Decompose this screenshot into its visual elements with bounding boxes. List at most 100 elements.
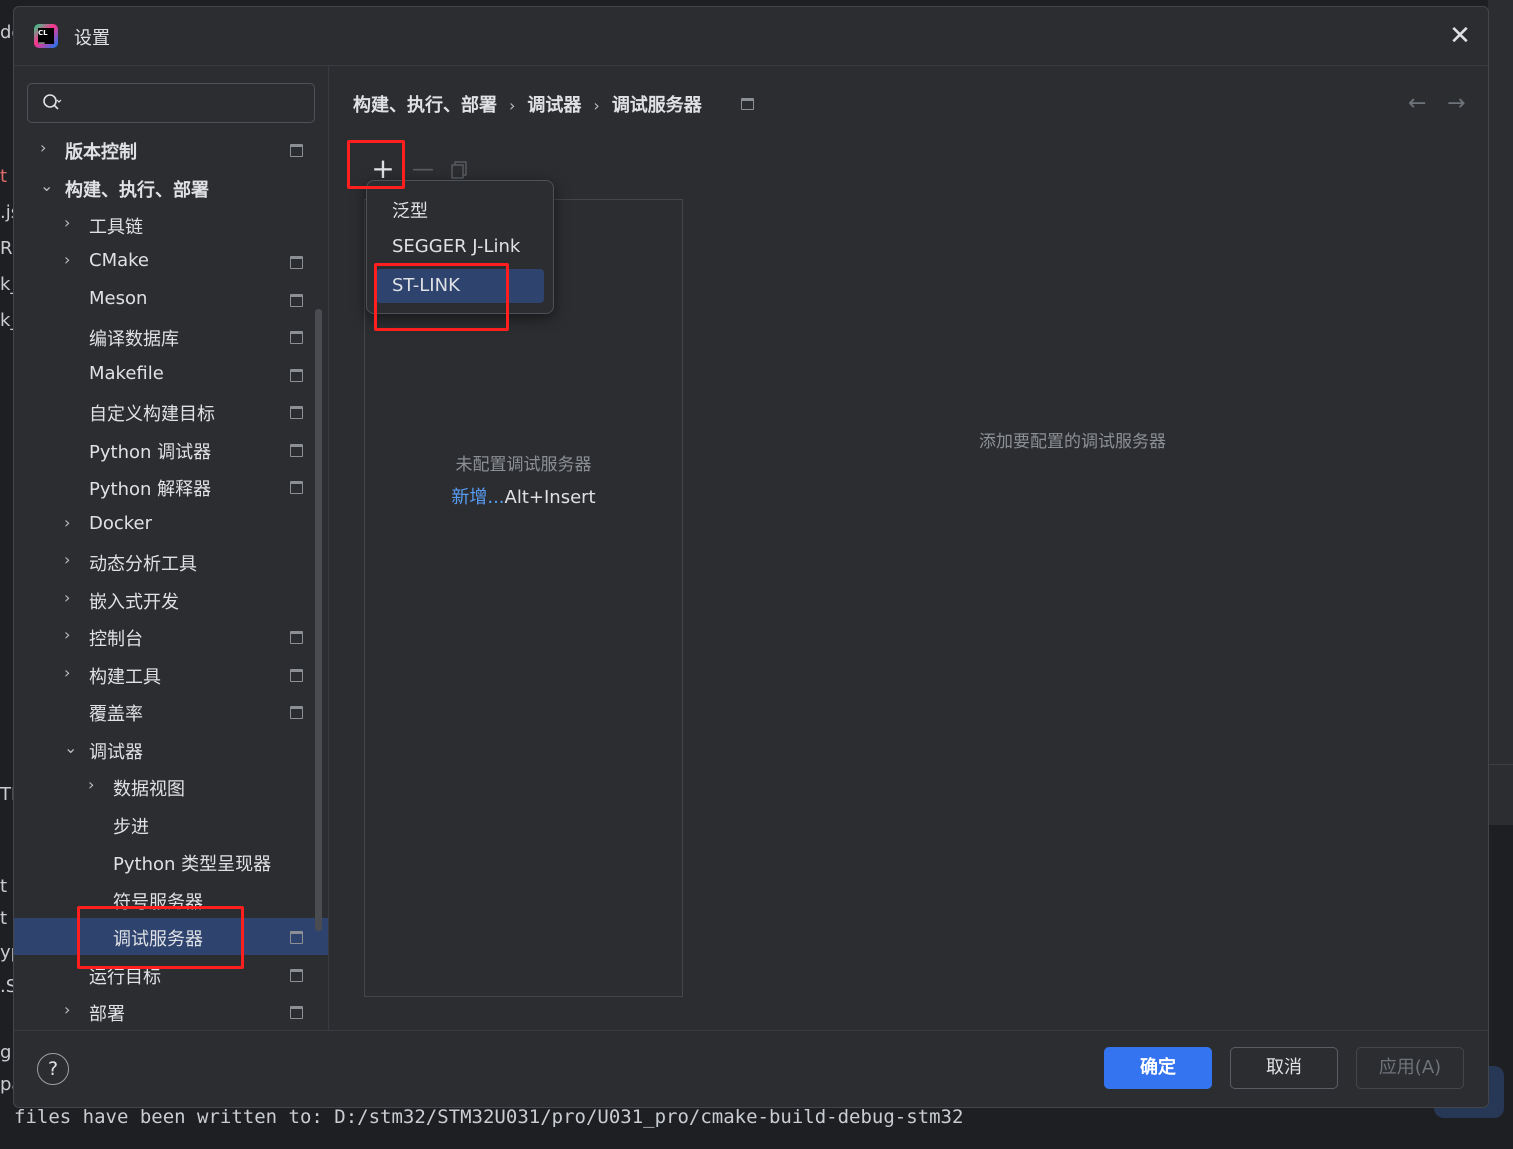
project-scope-icon xyxy=(290,931,303,944)
tree-item-label: 步进 xyxy=(113,817,149,838)
breadcrumb-current: 调试服务器 xyxy=(611,95,702,116)
project-scope-icon xyxy=(290,669,303,682)
tree-item-label: 覆盖率 xyxy=(89,704,143,725)
back-arrow-icon[interactable]: ← xyxy=(1408,91,1426,116)
tree-item-label: Meson xyxy=(89,288,148,309)
chevron-right-icon[interactable]: › xyxy=(64,551,78,569)
breadcrumb-item[interactable]: 构建、执行、部署 xyxy=(353,91,497,117)
menu-item-generic[interactable]: 泛型 xyxy=(376,191,544,225)
project-scope-icon xyxy=(290,1006,303,1019)
chevron-right-icon[interactable]: › xyxy=(64,664,78,682)
chevron-right-icon[interactable]: › xyxy=(64,626,78,644)
empty-list-message: 未配置调试服务器 xyxy=(455,455,592,475)
tree-item-label: 编译数据库 xyxy=(89,329,179,350)
tree-item-toolchains[interactable]: › 工具链 xyxy=(14,206,328,243)
annotation-box-debug-servers xyxy=(77,906,244,969)
tree-item-python-debugger[interactable]: Python 调试器 xyxy=(14,431,328,468)
project-scope-icon xyxy=(290,406,303,419)
detail-placeholder-hint: 添加要配置的调试服务器 xyxy=(979,432,1166,452)
tree-item-label: Makefile xyxy=(89,363,164,384)
ide-background-right xyxy=(1488,0,1513,825)
chevron-right-icon[interactable]: › xyxy=(88,776,102,794)
apply-button[interactable]: 应用(A) xyxy=(1356,1047,1464,1089)
tree-item-label: CMake xyxy=(89,250,149,271)
tree-item-label: 控制台 xyxy=(89,629,143,650)
project-scope-icon xyxy=(290,331,303,344)
chevron-right-icon[interactable]: › xyxy=(64,251,78,269)
tree-item-label: 嵌入式开发 xyxy=(89,592,179,613)
bg-code-fragment: t xyxy=(0,908,8,929)
tree-item-console[interactable]: › 控制台 xyxy=(14,618,328,655)
bg-code-fragment: g xyxy=(0,1042,12,1063)
cancel-button[interactable]: 取消 xyxy=(1230,1047,1338,1089)
bg-code-fragment: t xyxy=(0,166,8,187)
tree-item-python-interpreter[interactable]: Python 解释器 xyxy=(14,468,328,505)
add-shortcut-hint: Alt+Insert xyxy=(504,487,596,508)
tree-item-label: Python 调试器 xyxy=(89,442,212,463)
tree-item-coverage[interactable]: 覆盖率 xyxy=(14,693,328,730)
project-scope-icon xyxy=(290,294,303,307)
menu-item-label: 泛型 xyxy=(392,201,428,222)
settings-search-input[interactable] xyxy=(27,83,315,123)
tree-item-embedded-development[interactable]: › 嵌入式开发 xyxy=(14,581,328,618)
chevron-right-icon[interactable]: › xyxy=(64,514,78,532)
tree-item-cmake[interactable]: › CMake xyxy=(14,243,328,280)
project-scope-icon xyxy=(290,631,303,644)
tree-item-label: 部署 xyxy=(89,1004,125,1025)
annotation-box-add xyxy=(347,140,405,189)
breadcrumb-item[interactable]: 调试器 xyxy=(527,91,581,117)
tree-item-compilation-database[interactable]: 编译数据库 xyxy=(14,318,328,355)
chevron-right-icon[interactable]: › xyxy=(64,1001,78,1019)
ide-background-divider xyxy=(1488,764,1513,765)
console-output-line: files have been written to: D:/stm32/STM… xyxy=(14,1106,964,1128)
dialog-title: 设置 xyxy=(74,28,110,49)
sidebar-scrollbar[interactable] xyxy=(315,309,322,931)
tree-item-version-control[interactable]: › 版本控制 xyxy=(14,131,328,168)
project-scope-icon xyxy=(290,481,303,494)
chevron-right-icon[interactable]: › xyxy=(40,139,54,157)
settings-dialog: CL — 设置 ✕ › 版本控制 ⌄ 构建、执行、部署 › 工具链 › CMak… xyxy=(13,6,1489,1108)
project-scope-icon xyxy=(290,706,303,719)
forward-arrow-icon[interactable]: → xyxy=(1447,91,1465,116)
chevron-down-icon[interactable]: ⌄ xyxy=(40,177,54,195)
project-scope-icon xyxy=(290,256,303,269)
sidebar-divider xyxy=(328,66,329,1031)
tree-item-debugger[interactable]: ⌄ 调试器 xyxy=(14,731,328,768)
project-scope-icon xyxy=(290,444,303,457)
tree-item-python-type-renderers[interactable]: Python 类型呈现器 xyxy=(14,843,328,880)
tree-item-custom-build-targets[interactable]: 自定义构建目标 xyxy=(14,393,328,430)
tree-item-makefile[interactable]: Makefile xyxy=(14,356,328,393)
add-server-link[interactable]: 新增... xyxy=(451,487,504,508)
tree-item-label: Python 解释器 xyxy=(89,479,212,500)
tree-item-dynamic-analysis-tools[interactable]: › 动态分析工具 xyxy=(14,543,328,580)
ok-button[interactable]: 确定 xyxy=(1104,1047,1212,1089)
tree-item-deployment[interactable]: › 部署 xyxy=(14,993,328,1030)
tree-item-meson[interactable]: Meson xyxy=(14,281,328,318)
copy-icon[interactable] xyxy=(451,161,467,179)
tree-item-label: Python 类型呈现器 xyxy=(113,854,272,875)
tree-item-build-tools[interactable]: › 构建工具 xyxy=(14,656,328,693)
tree-item-label: Docker xyxy=(89,513,153,534)
project-scope-icon xyxy=(741,98,754,110)
tree-item-label: 自定义构建目标 xyxy=(89,404,215,425)
tree-item-data-views[interactable]: › 数据视图 xyxy=(14,768,328,805)
project-scope-icon xyxy=(290,369,303,382)
tree-item-stepping[interactable]: 步进 xyxy=(14,806,328,843)
chevron-right-icon[interactable]: › xyxy=(64,214,78,232)
tree-item-label: 动态分析工具 xyxy=(89,554,197,575)
clion-logo-icon: CL — xyxy=(34,24,58,48)
tree-item-build-execution-deployment[interactable]: ⌄ 构建、执行、部署 xyxy=(14,169,328,206)
empty-list-actions: 新增...Alt+Insert xyxy=(365,483,682,509)
menu-item-segger-jlink[interactable]: SEGGER J-Link xyxy=(376,230,544,264)
tree-item-label: 工具链 xyxy=(89,217,143,238)
search-icon xyxy=(43,94,62,110)
tree-item-label: 构建、执行、部署 xyxy=(65,180,209,201)
breadcrumb: 构建、执行、部署 › 调试器 › 调试服务器 xyxy=(353,91,702,117)
tree-item-label: 数据视图 xyxy=(113,779,185,800)
chevron-down-icon[interactable]: ⌄ xyxy=(64,739,78,757)
help-button[interactable]: ? xyxy=(37,1053,69,1085)
chevron-right-icon[interactable]: › xyxy=(64,589,78,607)
tree-item-docker[interactable]: › Docker xyxy=(14,506,328,543)
settings-sidebar: › 版本控制 ⌄ 构建、执行、部署 › 工具链 › CMake Meson 编译… xyxy=(14,66,328,1031)
close-icon[interactable]: ✕ xyxy=(1446,23,1474,51)
